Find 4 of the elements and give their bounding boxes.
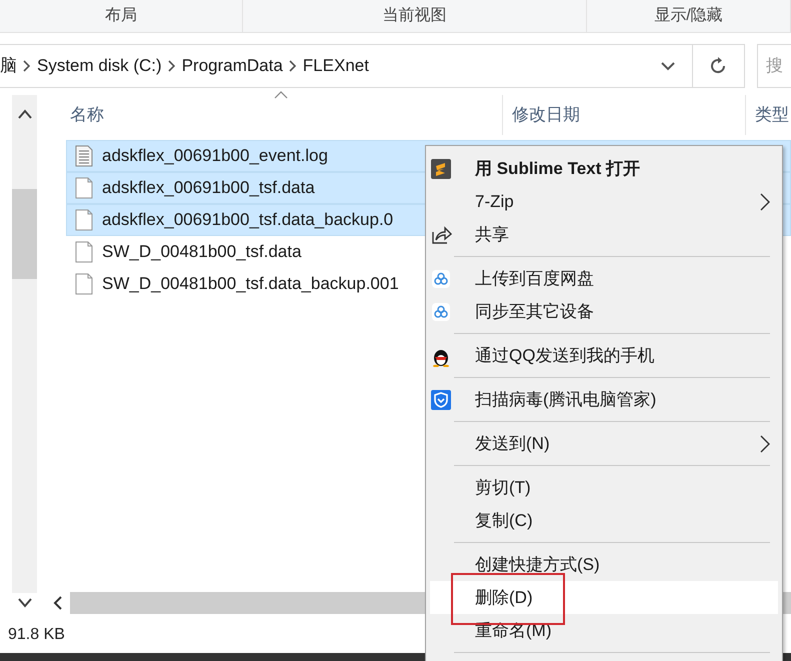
status-text: 91.8 KB bbox=[8, 625, 65, 645]
ribbon-group-label: 布局 bbox=[105, 6, 137, 26]
ribbon-group-label: 当前视图 bbox=[382, 6, 446, 26]
ribbon-group-label: 显示/隐藏 bbox=[654, 6, 723, 26]
